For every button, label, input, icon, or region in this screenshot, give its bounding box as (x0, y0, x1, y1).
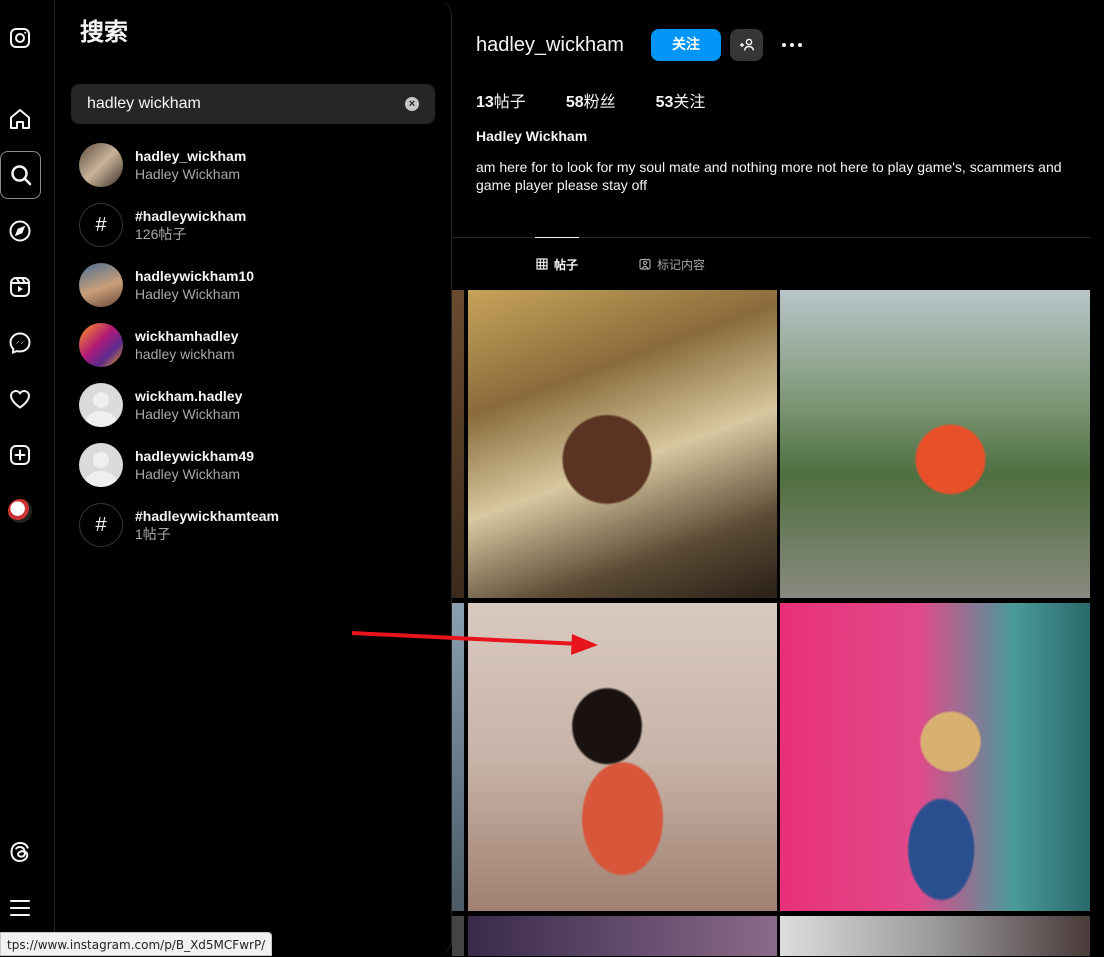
post-thumbnail[interactable] (468, 916, 777, 956)
heart-icon[interactable] (0, 376, 40, 422)
post-thumbnail[interactable] (780, 603, 1090, 911)
home-icon[interactable] (0, 96, 40, 142)
post-thumbnail[interactable] (780, 290, 1090, 598)
result-name: hadleywickham10 (135, 268, 255, 284)
result-subtitle: Hadley Wickham (135, 166, 241, 182)
follow-button[interactable]: 关注 (651, 29, 721, 61)
more-options-icon[interactable] (777, 29, 807, 61)
result-name: hadleywickham49 (135, 448, 255, 464)
messenger-icon[interactable] (0, 320, 40, 366)
profile-full-name: Hadley Wickham (476, 128, 588, 144)
reels-icon[interactable] (0, 264, 40, 310)
tab-posts[interactable]: 帖子 (534, 237, 580, 290)
result-subtitle: Hadley Wickham (135, 466, 241, 482)
search-result-user[interactable]: wickhamhadley hadley wickham (79, 319, 435, 371)
tab-label: 标记内容 (657, 257, 706, 272)
result-name: wickham.hadley (135, 388, 243, 404)
search-result-user[interactable]: hadleywickham10 Hadley Wickham (79, 259, 435, 311)
result-name: hadley_wickham (135, 148, 247, 164)
followers-stat[interactable]: 58粉丝 (566, 88, 616, 112)
search-result-hashtag[interactable]: # #hadleywickham 126帖子 (79, 199, 435, 251)
create-plus-icon[interactable] (0, 432, 40, 478)
profile-avatar-icon[interactable] (0, 488, 40, 534)
hashtag-icon: # (79, 503, 123, 547)
add-person-icon (739, 38, 754, 51)
tab-label: 帖子 (554, 257, 579, 272)
instagram-logo-icon[interactable] (0, 15, 40, 61)
result-name: #hadleywickhamteam (135, 508, 279, 524)
search-result-user[interactable]: hadleywickham49 Hadley Wickham (79, 439, 435, 491)
result-avatar (79, 143, 123, 187)
threads-icon[interactable] (0, 829, 40, 875)
posts-stat[interactable]: 13帖子 (476, 88, 526, 112)
result-subtitle: Hadley Wickham (135, 286, 241, 302)
result-avatar (79, 323, 123, 367)
result-subtitle: 1帖子 (135, 526, 171, 542)
post-thumbnail[interactable] (452, 916, 464, 956)
profile-username: hadley_wickham (476, 34, 624, 56)
search-icon[interactable] (0, 151, 41, 199)
annotation-arrow (351, 631, 598, 655)
result-subtitle: 126帖子 (135, 226, 187, 242)
status-bar-url: tps://www.instagram.com/p/B_Xd5MCFwrP/ (0, 932, 273, 956)
result-subtitle: Hadley Wickham (135, 406, 241, 422)
result-name: wickhamhadley (135, 328, 239, 344)
clear-search-icon[interactable]: × (405, 97, 419, 111)
hashtag-icon: # (79, 203, 123, 247)
post-thumbnail[interactable] (468, 290, 777, 598)
profile-bio: am here for to look for my soul mate and… (476, 159, 1062, 193)
profile-page: hadley_wickham 关注 13帖子 58粉丝 53关注 Hadley … (452, 0, 1104, 956)
tab-tagged[interactable]: 标记内容 (639, 238, 705, 290)
result-subtitle: hadley wickham (135, 346, 235, 362)
post-thumbnail[interactable] (452, 290, 464, 598)
search-result-user[interactable]: hadley_wickham Hadley Wickham (79, 139, 435, 191)
left-nav-rail (0, 0, 55, 956)
post-thumbnail[interactable] (780, 916, 1090, 956)
search-input[interactable]: hadley wickham × (71, 84, 435, 124)
search-panel: 搜索 hadley wickham × hadley_wickham Hadle… (55, 0, 452, 956)
suggested-users-button[interactable] (730, 29, 763, 61)
result-name: #hadleywickham (135, 208, 247, 224)
menu-hamburger-icon[interactable] (0, 885, 40, 931)
default-avatar-icon (79, 383, 123, 427)
search-query-text[interactable]: hadley wickham (87, 95, 405, 113)
search-panel-title: 搜索 (80, 18, 128, 46)
default-avatar-icon (79, 443, 123, 487)
explore-compass-icon[interactable] (0, 208, 40, 254)
tagged-user-icon (639, 258, 651, 270)
following-stat[interactable]: 53关注 (656, 88, 706, 112)
search-result-hashtag[interactable]: # #hadleywickhamteam 1帖子 (79, 499, 435, 551)
profile-stats: 13帖子 58粉丝 53关注 (476, 88, 705, 112)
result-avatar (79, 263, 123, 307)
search-result-user[interactable]: wickham.hadley Hadley Wickham (79, 379, 435, 431)
grid-icon (536, 258, 548, 270)
